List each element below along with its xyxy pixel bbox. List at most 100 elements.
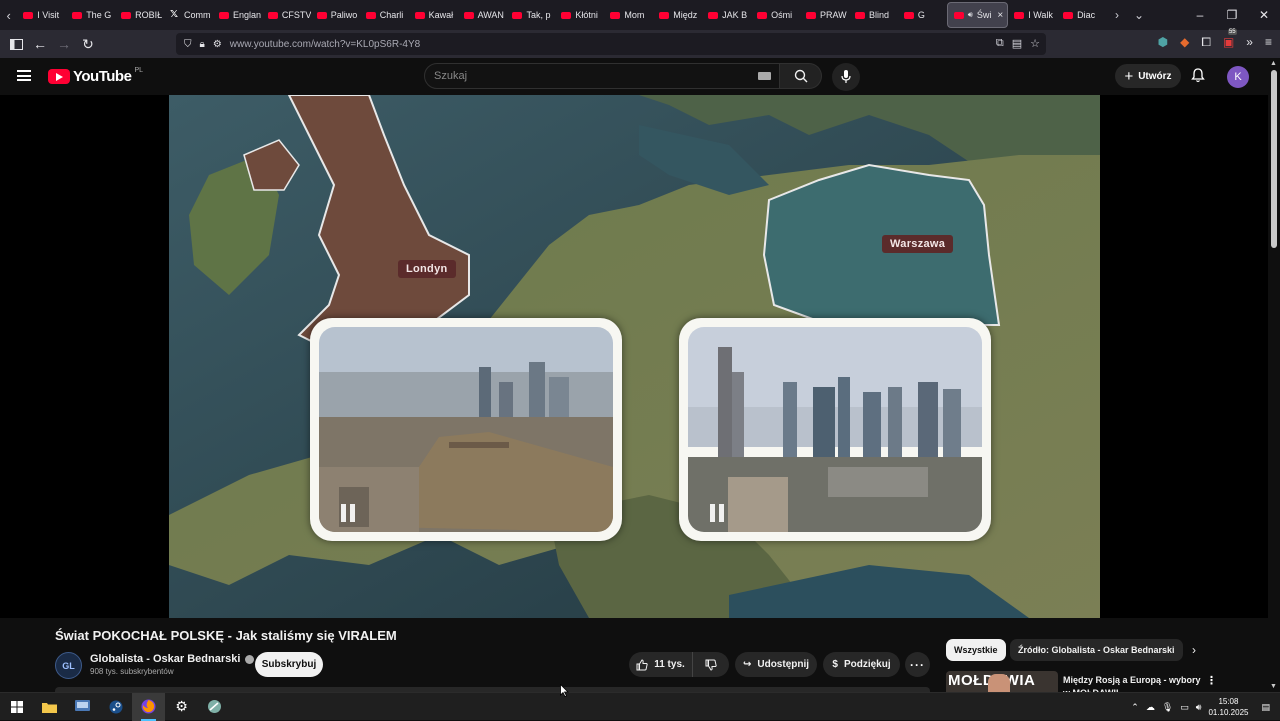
browser-tab[interactable]: ROBIŁ (115, 0, 164, 30)
volume-icon[interactable]: 🔊︎ (1196, 702, 1202, 713)
forward-icon[interactable]: → (52, 32, 76, 56)
subscribe-button[interactable]: Subskrybuj (255, 652, 323, 677)
sidebar-toggle-icon[interactable] (4, 32, 28, 56)
browser-tab[interactable]: Paliwo (311, 0, 360, 30)
scroll-up-icon[interactable]: ▲ (1270, 60, 1277, 67)
browser-tab[interactable]: Tak, p (506, 0, 555, 30)
browser-tab[interactable]: JAK B (702, 0, 751, 30)
file-explorer-icon[interactable] (33, 693, 66, 721)
tray-overflow-icon[interactable]: ⌃ (1131, 702, 1139, 713)
browser-tab[interactable]: 𝕏 Comm (164, 0, 213, 30)
browser-tab-active[interactable]: 🔊︎ Świ × (946, 2, 1009, 28)
reader-view-icon[interactable]: ▤ (1012, 37, 1022, 50)
onedrive-icon[interactable]: ☁ (1146, 702, 1155, 713)
recommendation-title[interactable]: Między Rosją a Europą - wybory w MOŁDAWI… (1063, 674, 1203, 692)
chip-source[interactable]: Źródło: Globalista - Oskar Bednarski (1010, 639, 1183, 661)
reload-icon[interactable]: ↻ (76, 32, 100, 56)
create-button[interactable]: + Utwórz (1115, 64, 1181, 88)
video-frame[interactable]: Londyn Warszawa (169, 95, 1100, 618)
browser-tab[interactable]: PRAW (800, 0, 849, 30)
browser-tab[interactable]: CFSTV (262, 0, 311, 30)
browser-tab[interactable]: Blind (849, 0, 898, 30)
youtube-favicon-icon (218, 11, 229, 19)
youtube-logo[interactable]: YouTube PL (48, 67, 143, 85)
recommendation-thumbnail[interactable]: MOŁDAWIA (946, 671, 1058, 692)
london-photo-frame (310, 318, 622, 541)
voice-search-button[interactable] (832, 63, 860, 91)
browser-tab[interactable]: Kłótni (555, 0, 604, 30)
guide-menu-icon[interactable] (17, 70, 31, 81)
browser-tab[interactable]: G (898, 0, 947, 30)
app-menu-icon[interactable]: ≡ (1265, 35, 1272, 50)
notifications-bell-icon[interactable] (1191, 68, 1205, 88)
tab-scroll-left-icon[interactable]: ‹ (0, 0, 17, 30)
fox-extension-icon[interactable]: ◆ (1180, 35, 1189, 50)
search-button[interactable] (780, 63, 822, 89)
satellite-app-icon[interactable] (198, 693, 231, 721)
notifications-icon[interactable]: ▤ (1261, 702, 1270, 713)
list-all-tabs-icon[interactable]: ⌄ (1128, 8, 1150, 22)
tab-scroll-right-icon[interactable]: › (1106, 8, 1128, 22)
channel-name[interactable]: Globalista - Oskar Bednarski (90, 653, 240, 665)
shield-icon[interactable]: ⛉ (184, 39, 192, 50)
clock-date: 01.10.2025 (1208, 708, 1249, 717)
settings-gear-icon[interactable]: ⚙ (165, 693, 198, 721)
bookmark-star-icon[interactable]: ☆ (1030, 37, 1040, 50)
browser-tab[interactable]: I Visit (17, 0, 66, 30)
browser-tab[interactable]: Diac (1057, 0, 1106, 30)
microphone-tray-icon[interactable]: 🎙︎ (1162, 702, 1173, 713)
browser-tab[interactable]: Charli (360, 0, 409, 30)
browser-tab[interactable]: Kawał (409, 0, 458, 30)
close-window-icon[interactable]: ✕ (1248, 8, 1280, 22)
channel-name-row[interactable]: Globalista - Oskar Bednarski (90, 653, 255, 665)
minimize-icon[interactable]: – (1184, 8, 1216, 22)
like-button[interactable]: 11 tys. (629, 652, 693, 677)
page-scrollbar[interactable]: ▲ ▼ (1268, 58, 1280, 692)
browser-tab[interactable]: Mom (604, 0, 653, 30)
picture-in-picture-icon[interactable]: ⧉ (996, 37, 1004, 50)
more-tools-icon[interactable]: » (1246, 35, 1253, 50)
more-actions-button[interactable]: ··· (905, 652, 930, 677)
share-button[interactable]: ↪ Udostępnij (735, 652, 817, 677)
browser-tab[interactable]: I Walk (1008, 0, 1057, 30)
steam-icon[interactable] (99, 693, 132, 721)
lock-icon[interactable]: 🔒︎ (200, 39, 205, 50)
network-icon[interactable]: ▭ (1180, 702, 1189, 713)
vpn-extension-icon[interactable]: ⬢ (1158, 35, 1168, 50)
browser-tab[interactable]: The G (66, 0, 115, 30)
youtube-header: YouTube PL Szukaj + Utwórz K (0, 58, 1268, 95)
like-count: 11 tys. (654, 659, 685, 670)
clock[interactable]: 15:08 01.10.2025 (1208, 696, 1248, 718)
tab-audio-icon[interactable]: 🔊︎ (968, 10, 973, 20)
browser-tab[interactable]: Englan (213, 0, 262, 30)
youtube-favicon-icon (659, 11, 670, 19)
recommendation-menu-icon[interactable]: ⋮ (1206, 674, 1217, 687)
tab-label: Blind (868, 10, 889, 20)
tab-close-icon[interactable]: × (997, 10, 1003, 21)
firefox-icon[interactable] (132, 692, 165, 721)
search-input[interactable]: Szukaj (424, 63, 780, 89)
account-avatar[interactable]: K (1227, 66, 1249, 88)
scroll-down-icon[interactable]: ▼ (1270, 683, 1277, 690)
extensions-area: ⬢ ◆ ⧠ ▣ 55 » ≡ (1158, 29, 1272, 50)
thanks-button[interactable]: $ Podziękuj (823, 652, 900, 677)
youtube-favicon-icon (1063, 11, 1074, 19)
badge-extension-icon[interactable]: ▣ 55 (1223, 29, 1237, 50)
keyboard-icon[interactable] (758, 72, 771, 80)
permissions-icon[interactable]: ⚙ (213, 39, 222, 50)
start-windows-icon[interactable] (0, 693, 33, 721)
back-icon[interactable]: ← (28, 32, 52, 56)
chip-all[interactable]: Wszystkie (946, 639, 1006, 661)
app-window-icon[interactable] (66, 693, 99, 721)
video-player[interactable]: Londyn Warszawa (0, 95, 1268, 618)
extensions-puzzle-icon[interactable]: ⧠ (1201, 35, 1211, 50)
browser-tab[interactable]: Międz (653, 0, 702, 30)
scrollbar-thumb[interactable] (1271, 70, 1277, 248)
dislike-button[interactable] (693, 659, 729, 671)
browser-tab[interactable]: Ośmi (751, 0, 800, 30)
restore-icon[interactable]: ❐ (1216, 8, 1248, 22)
chips-next-icon[interactable]: › (1192, 643, 1196, 657)
channel-avatar[interactable]: GL (55, 652, 82, 679)
url-bar[interactable]: ⛉ 🔒︎ ⚙ www.youtube.com/watch?v=KL0pS6R-4… (176, 33, 1046, 55)
browser-tab[interactable]: AWAN (458, 0, 507, 30)
